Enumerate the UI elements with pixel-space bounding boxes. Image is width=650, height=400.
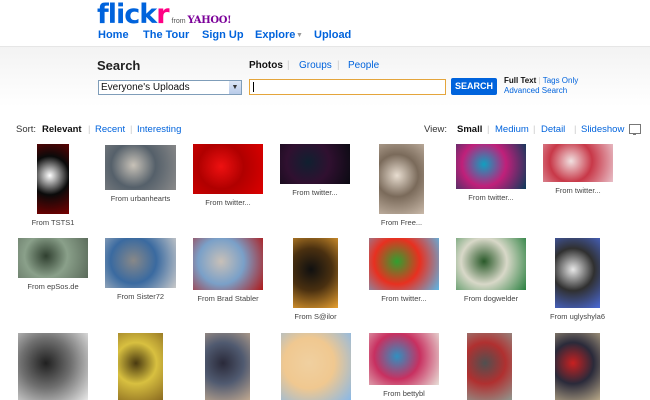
- monitor-icon[interactable]: [629, 124, 641, 135]
- photo-thumbnail[interactable]: [18, 238, 88, 278]
- photo-caption[interactable]: From uglyshyla6: [533, 312, 623, 321]
- tab-separator: |: [337, 60, 340, 71]
- advanced-search-link[interactable]: Advanced Search: [504, 86, 578, 96]
- photo-thumbnail[interactable]: [379, 144, 424, 214]
- photo-caption[interactable]: From epSos.de: [8, 282, 98, 291]
- sort-relevant[interactable]: Relevant: [42, 124, 82, 135]
- text-cursor: [253, 82, 254, 92]
- logo-flick-text: flick: [97, 0, 157, 30]
- tab-photos[interactable]: Photos: [249, 60, 283, 71]
- photo-caption[interactable]: From bettybl: [359, 389, 449, 398]
- photo-thumbnail[interactable]: [193, 238, 263, 290]
- photo-thumbnail[interactable]: [205, 333, 250, 400]
- tab-groups[interactable]: Groups: [299, 60, 332, 71]
- full-text-option[interactable]: Full Text: [504, 76, 536, 85]
- nav-tour[interactable]: The Tour: [143, 29, 189, 41]
- photo-thumbnail[interactable]: [105, 145, 176, 190]
- nav-explore[interactable]: Explore: [255, 29, 295, 41]
- search-title: Search: [97, 58, 141, 73]
- sort-bar: Sort: Relevant | Recent | Interesting: [16, 124, 216, 136]
- sort-recent[interactable]: Recent: [95, 124, 125, 135]
- view-separator: |: [574, 124, 577, 135]
- photo-caption[interactable]: From Free...: [357, 218, 447, 227]
- logo-from-text: from: [171, 18, 186, 25]
- photo-caption[interactable]: From Sister72: [96, 292, 186, 301]
- search-options: Full Text | Tags Only Advanced Search: [504, 76, 578, 96]
- view-detail[interactable]: Detail: [541, 124, 565, 135]
- logo-r-text: r: [156, 0, 169, 30]
- photo-thumbnail[interactable]: [280, 144, 350, 184]
- option-separator: |: [538, 76, 541, 85]
- photo-caption[interactable]: From Brad Stabler: [183, 294, 273, 303]
- photo-thumbnail[interactable]: [118, 333, 163, 400]
- search-input[interactable]: [249, 79, 446, 95]
- sort-interesting[interactable]: Interesting: [137, 124, 181, 135]
- photo-thumbnail[interactable]: [555, 238, 600, 308]
- photo-caption[interactable]: From twitter...: [359, 294, 449, 303]
- photo-thumbnail[interactable]: [369, 238, 439, 290]
- photo-caption[interactable]: From TSTS1: [8, 218, 98, 227]
- search-scope-select[interactable]: Everyone's Uploads ▼: [98, 80, 242, 95]
- photo-thumbnail[interactable]: [456, 144, 526, 189]
- sort-separator: |: [130, 124, 133, 135]
- search-button[interactable]: SEARCH: [451, 78, 497, 95]
- photo-thumbnail[interactable]: [105, 238, 176, 288]
- photo-thumbnail[interactable]: [193, 144, 263, 194]
- photo-thumbnail[interactable]: [369, 333, 439, 385]
- view-separator: |: [487, 124, 490, 135]
- search-panel: Search Photos | Groups | People Everyone…: [0, 46, 650, 107]
- photo-caption[interactable]: From twitter...: [533, 186, 623, 195]
- photo-thumbnail[interactable]: [293, 238, 338, 308]
- sort-separator: |: [88, 124, 91, 135]
- tab-people[interactable]: People: [348, 60, 379, 71]
- view-medium[interactable]: Medium: [495, 124, 529, 135]
- flickr-logo[interactable]: flick r from YAHOO!: [97, 0, 232, 30]
- chevron-down-icon[interactable]: ▼: [296, 32, 303, 39]
- photo-thumbnail[interactable]: [18, 333, 88, 400]
- view-separator: |: [533, 124, 536, 135]
- view-small[interactable]: Small: [457, 124, 482, 135]
- view-label: View:: [424, 124, 448, 135]
- tags-only-option[interactable]: Tags Only: [543, 76, 579, 85]
- nav-signup[interactable]: Sign Up: [202, 29, 244, 41]
- search-scope-value: Everyone's Uploads: [101, 82, 190, 93]
- photo-caption[interactable]: From urbanhearts: [96, 194, 186, 203]
- photo-caption[interactable]: From twitter...: [446, 193, 536, 202]
- photo-thumbnail[interactable]: [37, 144, 69, 214]
- photo-thumbnail[interactable]: [456, 238, 526, 290]
- view-bar: View: Small | Medium | Detail | Slidesho…: [420, 124, 650, 136]
- photo-caption[interactable]: From S@ilor: [271, 312, 361, 321]
- photo-caption[interactable]: From twitter...: [183, 198, 273, 207]
- nav-home[interactable]: Home: [98, 29, 129, 41]
- photo-thumbnail[interactable]: [543, 144, 613, 182]
- photo-thumbnail[interactable]: [281, 333, 351, 400]
- tab-separator: |: [287, 60, 290, 71]
- view-slideshow[interactable]: Slideshow: [581, 124, 624, 135]
- photo-thumbnail[interactable]: [467, 333, 512, 400]
- nav-upload[interactable]: Upload: [314, 29, 351, 41]
- photo-caption[interactable]: From twitter...: [270, 188, 360, 197]
- yahoo-logo: YAHOO!: [187, 15, 232, 26]
- photo-thumbnail[interactable]: [555, 333, 600, 400]
- dropdown-arrow-icon[interactable]: ▼: [229, 81, 241, 94]
- sort-label: Sort:: [16, 124, 37, 135]
- photo-caption[interactable]: From dogwelder: [446, 294, 536, 303]
